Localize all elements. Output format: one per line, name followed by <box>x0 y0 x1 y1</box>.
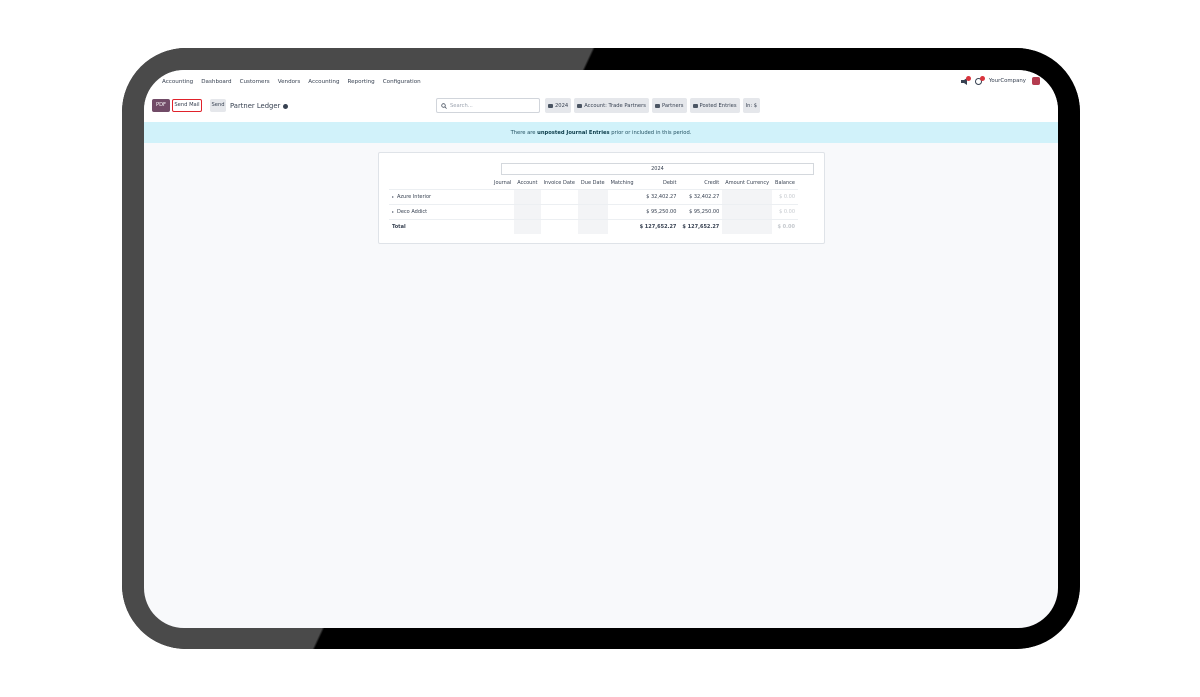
expand-caret-icon[interactable] <box>392 195 394 198</box>
filter-partners[interactable]: Partners <box>651 98 687 113</box>
partner-cell[interactable]: Deco Addict <box>389 204 491 220</box>
filter-currency-label: In: $ <box>745 102 758 109</box>
menu-customers[interactable]: Customers <box>240 79 270 85</box>
col-debit: Debit <box>662 180 677 186</box>
search-placeholder: Search... <box>450 102 473 109</box>
total-balance: $ 0.00 <box>772 219 798 234</box>
journal-cell <box>491 219 515 234</box>
balance-cell: $ 0.00 <box>772 189 798 205</box>
period-header: 2024 <box>501 163 814 175</box>
search-icon <box>441 102 447 109</box>
partner-name: Azure Interior <box>397 194 432 200</box>
table-row[interactable]: Azure Interior $ 32,402.27 $ 32,402.27 $… <box>389 189 798 205</box>
unposted-entries-link[interactable]: unposted Journal Entries <box>537 130 609 136</box>
credit-cell: $ 32,402.27 <box>679 189 723 205</box>
col-account: Account <box>517 180 538 186</box>
matching-cell <box>607 204 637 220</box>
total-credit: $ 127,652.27 <box>679 219 723 234</box>
due-date-cell <box>577 204 608 220</box>
search-input[interactable]: Search... <box>436 98 540 113</box>
menu-configuration[interactable]: Configuration <box>383 79 421 85</box>
pdf-button[interactable]: PDF <box>152 99 170 112</box>
chat-icon[interactable] <box>974 75 985 85</box>
invoice-date-cell <box>540 204 578 220</box>
filter-account-label: Account: Trade Partners <box>584 102 646 109</box>
page-title-group: Partner Ledger <box>230 102 289 110</box>
filter-partners-label: Partners <box>661 102 684 109</box>
partner-name: Deco Addict <box>397 209 428 215</box>
amount-currency-cell <box>722 219 773 234</box>
banner-prefix: There are <box>510 129 536 136</box>
device-frame: Accounting Dashboard Customers Vendors A… <box>122 48 1080 649</box>
filter-period[interactable]: 2024 <box>545 98 572 113</box>
filter-posted[interactable]: Posted Entries <box>689 98 740 113</box>
filter-posted-label: Posted Entries <box>699 102 737 109</box>
total-debit: $ 127,652.27 <box>636 219 680 234</box>
due-date-cell <box>577 219 608 234</box>
unposted-entries-banner: There are unposted Journal Entries prior… <box>144 122 1058 143</box>
activity-icon[interactable] <box>960 75 971 85</box>
app-screen: Accounting Dashboard Customers Vendors A… <box>144 70 1058 628</box>
journal-cell <box>491 204 515 220</box>
col-amount-currency: Amount Currency <box>725 180 770 186</box>
control-panel: PDF Send Mail Send Partner Ledger Search… <box>144 94 1058 123</box>
main-menu: Accounting Dashboard Customers Vendors A… <box>144 79 421 85</box>
total-label: Total <box>389 219 491 234</box>
partner-cell[interactable]: Azure Interior <box>389 189 491 205</box>
filter-account[interactable]: Account: Trade Partners <box>574 98 649 113</box>
top-navbar: Accounting Dashboard Customers Vendors A… <box>144 70 1058 94</box>
balance-cell: $ 0.00 <box>772 204 798 220</box>
company-switcher[interactable]: YourCompany <box>989 78 1026 84</box>
menu-reporting[interactable]: Reporting <box>348 79 375 85</box>
chat-badge <box>979 75 985 81</box>
account-cell <box>514 189 541 205</box>
journal-cell <box>491 189 515 205</box>
send-mail-button[interactable]: Send Mail <box>172 99 202 112</box>
col-name <box>389 177 491 190</box>
expand-caret-icon[interactable] <box>392 210 394 213</box>
col-invoice-date: Invoice Date <box>543 180 575 186</box>
filter-currency[interactable]: In: $ <box>742 98 761 113</box>
invoice-date-cell <box>540 219 578 234</box>
info-icon[interactable] <box>283 103 289 109</box>
col-credit: Credit <box>704 180 720 186</box>
banner-suffix: prior or included in this period. <box>611 129 692 136</box>
due-date-cell <box>577 189 608 205</box>
col-matching: Matching <box>610 180 634 186</box>
menu-accounting[interactable]: Accounting <box>308 79 339 85</box>
navbar-right: YourCompany <box>960 75 1040 85</box>
filter-period-label: 2024 <box>555 102 569 109</box>
account-cell <box>514 204 541 220</box>
filter-bar: 2024 Account: Trade Partners Partners Po… <box>545 98 761 113</box>
matching-cell <box>607 219 637 234</box>
menu-app-accounting[interactable]: Accounting <box>162 79 193 85</box>
calendar-icon <box>548 103 553 108</box>
folder-icon <box>654 103 660 108</box>
debit-cell: $ 32,402.27 <box>636 189 680 205</box>
menu-vendors[interactable]: Vendors <box>278 79 301 85</box>
invoice-date-cell <box>540 189 578 205</box>
amount-currency-cell <box>722 189 773 205</box>
table-row[interactable]: Deco Addict $ 95,250.00 $ 95,250.00 $ 0.… <box>389 204 798 220</box>
list-icon <box>692 103 698 108</box>
col-balance: Balance <box>775 180 795 186</box>
partner-ledger-table: Journal Account Invoice Date Due Date Ma… <box>389 177 798 234</box>
col-due-date: Due Date <box>580 180 605 186</box>
account-cell <box>514 219 541 234</box>
page-title: Partner Ledger <box>230 102 281 110</box>
send-button[interactable]: Send <box>210 99 226 112</box>
user-icon <box>577 103 583 108</box>
table-header-row: Journal Account Invoice Date Due Date Ma… <box>389 177 798 190</box>
menu-dashboard[interactable]: Dashboard <box>201 79 231 85</box>
user-avatar[interactable] <box>1032 77 1040 85</box>
activity-badge <box>965 75 971 81</box>
col-journal: Journal <box>494 180 512 186</box>
amount-currency-cell <box>722 204 773 220</box>
report-card: 2024 Journal Account Invoice Date Due Da… <box>378 152 825 244</box>
debit-cell: $ 95,250.00 <box>636 204 680 220</box>
matching-cell <box>607 189 637 205</box>
total-row: Total $ 127,652.27 $ 127,652.27 $ 0.00 <box>389 219 798 234</box>
credit-cell: $ 95,250.00 <box>679 204 723 220</box>
